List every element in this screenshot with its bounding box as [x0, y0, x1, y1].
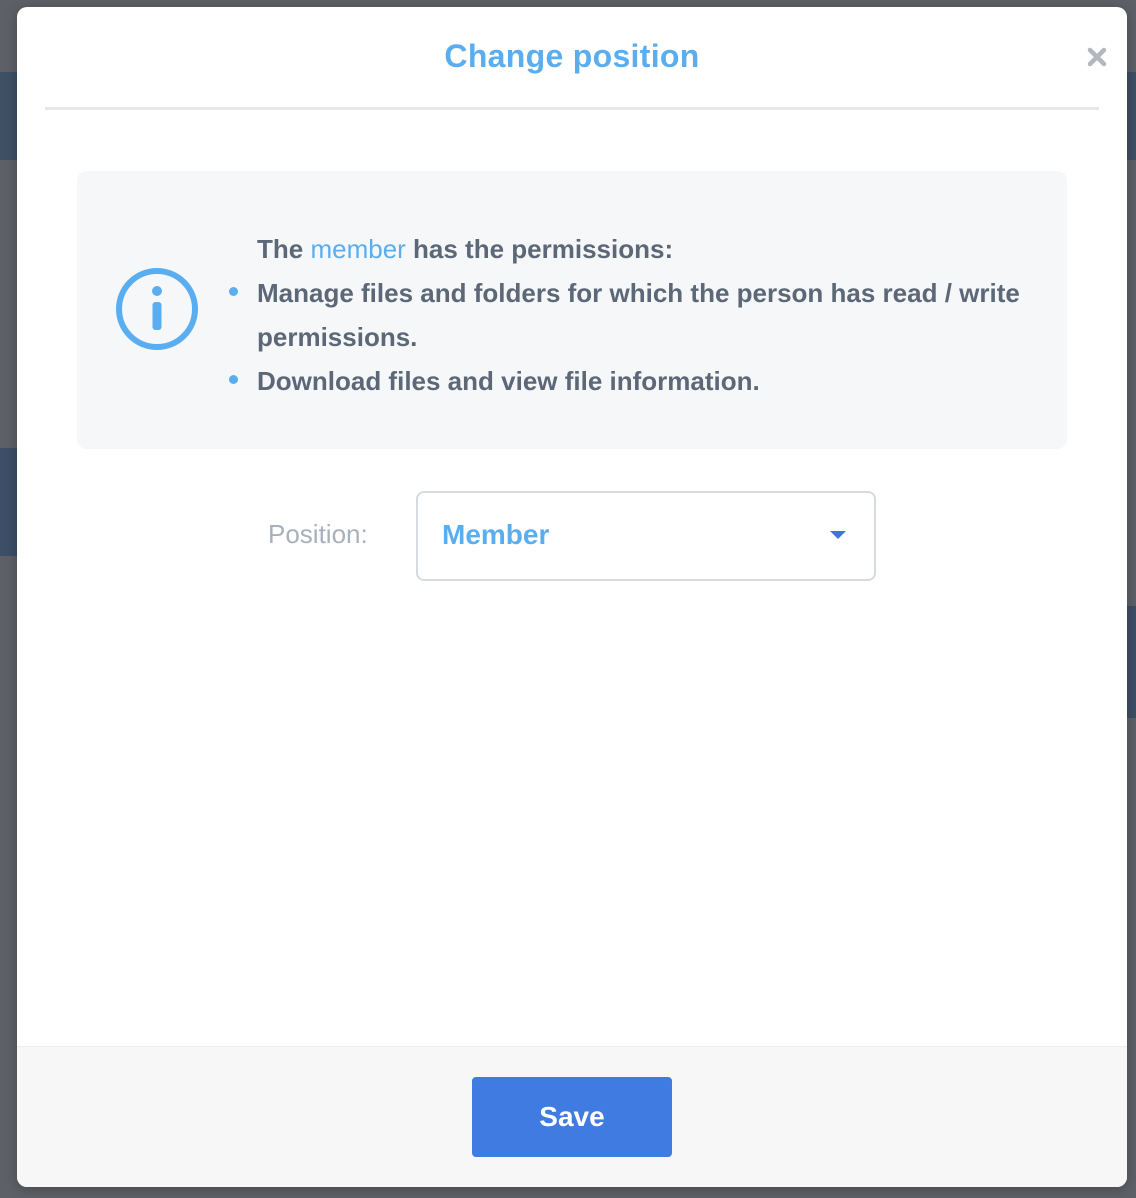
- close-icon[interactable]: [1083, 43, 1111, 71]
- intro-suffix: has the permissions:: [405, 234, 674, 264]
- permissions-intro: The member has the permissions:: [257, 227, 1047, 271]
- role-name: member: [310, 234, 406, 264]
- permissions-description: The member has the permissions: Manage f…: [229, 227, 1047, 403]
- permission-item: Download files and view file information…: [229, 359, 1047, 403]
- change-position-dialog: Change position The member has the permi…: [17, 7, 1127, 1187]
- permission-item: Manage files and folders for which the p…: [229, 271, 1047, 359]
- position-label: Position:: [268, 519, 368, 549]
- dialog-title: Change position: [444, 38, 700, 74]
- permissions-list: Manage files and folders for which the p…: [229, 271, 1047, 403]
- save-button[interactable]: Save: [472, 1077, 672, 1157]
- position-selected-value: Member: [442, 519, 550, 550]
- info-icon: [115, 267, 199, 351]
- dialog-header: Change position: [45, 7, 1107, 110]
- chevron-down-icon: [830, 531, 846, 539]
- position-field-row: Position: Member: [17, 491, 1127, 581]
- permissions-info-box: The member has the permissions: Manage f…: [77, 171, 1067, 449]
- dialog-footer: Save: [17, 1046, 1127, 1187]
- intro-prefix: The: [257, 234, 311, 264]
- position-select[interactable]: Member: [416, 491, 876, 581]
